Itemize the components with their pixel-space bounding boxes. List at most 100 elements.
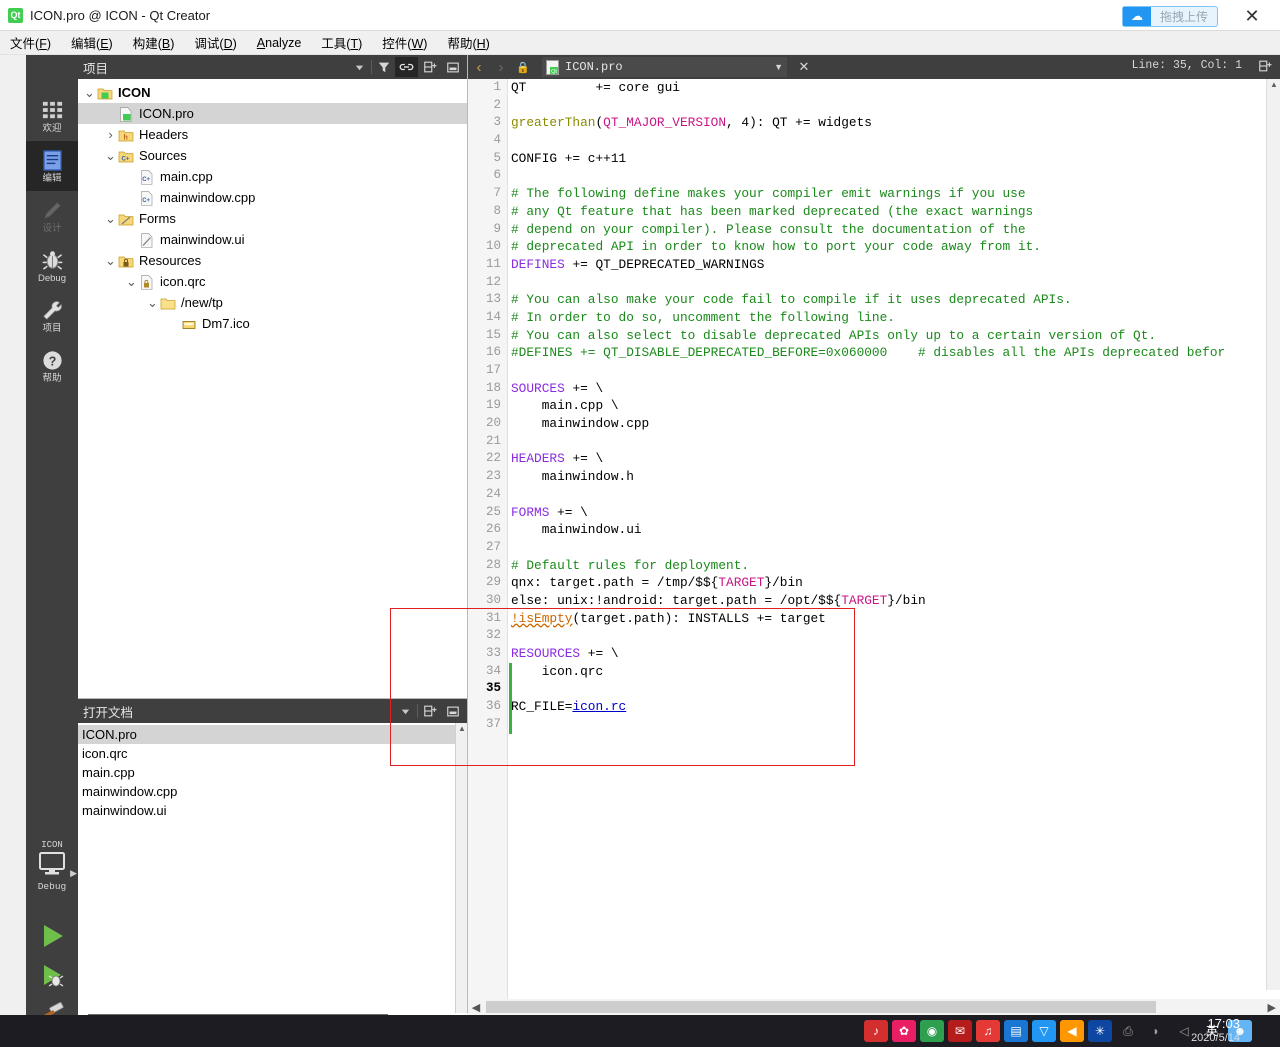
menu-analyze[interactable]: Analyze bbox=[247, 33, 311, 53]
code-line[interactable]: !isEmpty(target.path): INSTALLS += targe… bbox=[509, 610, 1280, 628]
mode-design[interactable]: 设计 bbox=[26, 191, 78, 241]
chevron-down-icon[interactable]: ⌄ bbox=[103, 149, 118, 162]
photo-app-icon[interactable]: ✿ bbox=[892, 1020, 916, 1042]
menu-build[interactable]: 构建(B) bbox=[123, 30, 185, 55]
tree-item--new-tp[interactable]: ⌄ /new/tp bbox=[78, 292, 467, 313]
code-line[interactable] bbox=[509, 433, 1280, 451]
chevron-down-icon[interactable]: ⌄ bbox=[145, 296, 160, 309]
browser-icon[interactable]: ◉ bbox=[920, 1020, 944, 1042]
chevron-down-icon[interactable]: ⌄ bbox=[103, 212, 118, 225]
tree-item-mainwindow-cpp[interactable]: C+ mainwindow.cpp bbox=[78, 187, 467, 208]
chevron-down-icon[interactable]: ⌄ bbox=[82, 86, 97, 99]
scroll-up-icon[interactable]: ▲ bbox=[1267, 79, 1280, 91]
chevron-down-icon[interactable]: ⌄ bbox=[124, 275, 139, 288]
docs-close-button[interactable] bbox=[441, 701, 464, 721]
mode-edit[interactable]: 编辑 bbox=[26, 141, 78, 191]
projects-sync-button[interactable] bbox=[395, 57, 418, 77]
music-app-icon[interactable]: ♪ bbox=[864, 1020, 888, 1042]
code-line[interactable]: # Default rules for deployment. bbox=[509, 557, 1280, 575]
code-line[interactable] bbox=[509, 97, 1280, 115]
projects-dropdown-button[interactable] bbox=[348, 57, 371, 77]
projects-close-button[interactable] bbox=[441, 57, 464, 77]
document-item[interactable]: ICON.pro bbox=[78, 725, 467, 744]
tree-item-forms[interactable]: ⌄ Forms bbox=[78, 208, 467, 229]
tree-item-main-cpp[interactable]: C+ main.cpp bbox=[78, 166, 467, 187]
code-line[interactable]: HEADERS += \ bbox=[509, 450, 1280, 468]
code-line[interactable] bbox=[509, 680, 1280, 698]
tree-item-icon-qrc[interactable]: ⌄ icon.qrc bbox=[78, 271, 467, 292]
menu-tools[interactable]: 工具(T) bbox=[311, 30, 372, 55]
usb-eject-icon[interactable]: ⎙ bbox=[1116, 1020, 1140, 1042]
projects-split-button[interactable] bbox=[418, 57, 441, 77]
code-line[interactable]: # The following define makes your compil… bbox=[509, 185, 1280, 203]
code-line[interactable]: DEFINES += QT_DEPRECATED_WARNINGS bbox=[509, 256, 1280, 274]
chevron-down-icon[interactable]: ▼ bbox=[774, 62, 783, 72]
document-item[interactable]: main.cpp bbox=[78, 763, 467, 782]
editor-close-icon[interactable]: ✕ bbox=[793, 59, 815, 75]
code-line[interactable]: RC_FILE=icon.rc bbox=[509, 698, 1280, 716]
wifi-icon[interactable]: ◗ bbox=[1144, 1020, 1168, 1042]
debug-button[interactable] bbox=[26, 955, 78, 997]
code-line[interactable]: #DEFINES += QT_DISABLE_DEPRECATED_BEFORE… bbox=[509, 344, 1280, 362]
chevron-down-icon[interactable]: ⌄ bbox=[103, 254, 118, 267]
mode-debug[interactable]: Debug bbox=[26, 241, 78, 291]
code-line[interactable]: mainwindow.cpp bbox=[509, 415, 1280, 433]
scroll-up-icon[interactable]: ▲ bbox=[456, 723, 468, 735]
tree-item-icon[interactable]: ⌄ ICON bbox=[78, 82, 467, 103]
mode-help[interactable]: ? 帮助 bbox=[26, 341, 78, 391]
editor-file-selector[interactable]: Qt ICON.pro ▼ bbox=[542, 57, 787, 77]
document-item[interactable]: mainwindow.cpp bbox=[78, 782, 467, 801]
close-icon[interactable]: ✕ bbox=[1238, 4, 1266, 28]
menu-widgets[interactable]: 控件(W) bbox=[372, 30, 437, 55]
menu-file[interactable]: 文件(F) bbox=[0, 30, 61, 55]
code-line[interactable]: greaterThan(QT_MAJOR_VERSION, 4): QT += … bbox=[509, 114, 1280, 132]
code-line[interactable]: mainwindow.ui bbox=[509, 521, 1280, 539]
taskbar-clock[interactable]: 17:03 2020/5/14 bbox=[1191, 1016, 1240, 1046]
code-text-area[interactable]: QT += core gui greaterThan(QT_MAJOR_VERS… bbox=[509, 79, 1280, 1004]
tree-item-resources[interactable]: ⌄ Resources bbox=[78, 250, 467, 271]
code-line[interactable] bbox=[509, 539, 1280, 557]
kit-selector[interactable]: ICON ▶ Debug bbox=[26, 838, 78, 908]
chevron-right-icon[interactable]: › bbox=[103, 127, 118, 142]
docs-dropdown-button[interactable] bbox=[394, 701, 417, 721]
scroll-right-icon[interactable]: ▶ bbox=[1268, 1001, 1276, 1014]
drag-upload-button[interactable]: ☁ 拖拽上传 bbox=[1121, 6, 1218, 27]
code-line[interactable]: # any Qt feature that has been marked de… bbox=[509, 203, 1280, 221]
code-line[interactable] bbox=[509, 362, 1280, 380]
code-line[interactable] bbox=[509, 167, 1280, 185]
open-documents-scrollbar[interactable]: ▲ bbox=[455, 723, 467, 1015]
code-line[interactable] bbox=[509, 486, 1280, 504]
menu-edit[interactable]: 编辑(E) bbox=[61, 30, 123, 55]
code-line[interactable]: QT += core gui bbox=[509, 79, 1280, 97]
hscroll-thumb[interactable] bbox=[486, 1001, 1156, 1013]
code-line[interactable]: icon.qrc bbox=[509, 663, 1280, 681]
chevron-right-icon[interactable]: › bbox=[490, 59, 512, 76]
code-line[interactable] bbox=[509, 627, 1280, 645]
menu-debug[interactable]: 调试(D) bbox=[184, 30, 246, 55]
code-line[interactable] bbox=[509, 716, 1280, 734]
code-line[interactable]: # deprecated API in order to know how to… bbox=[509, 238, 1280, 256]
code-line[interactable]: CONFIG += c++11 bbox=[509, 150, 1280, 168]
chat-app-icon[interactable]: ✉ bbox=[948, 1020, 972, 1042]
code-line[interactable]: # depend on your compiler). Please consu… bbox=[509, 221, 1280, 239]
code-line[interactable] bbox=[509, 132, 1280, 150]
mode-welcome[interactable]: 欢迎 bbox=[26, 91, 78, 141]
tree-item-mainwindow-ui[interactable]: mainwindow.ui bbox=[78, 229, 467, 250]
volume-tray-icon[interactable]: ◀ bbox=[1060, 1020, 1084, 1042]
code-line[interactable] bbox=[509, 274, 1280, 292]
code-line[interactable]: RESOURCES += \ bbox=[509, 645, 1280, 663]
tree-item-sources[interactable]: ⌄ C+ Sources bbox=[78, 145, 467, 166]
run-button[interactable] bbox=[26, 915, 78, 957]
docs-split-button[interactable] bbox=[418, 701, 441, 721]
code-line[interactable]: else: unix:!android: target.path = /opt/… bbox=[509, 592, 1280, 610]
code-line[interactable]: # You can also select to disable depreca… bbox=[509, 327, 1280, 345]
tree-item-headers[interactable]: › h Headers bbox=[78, 124, 467, 145]
code-line[interactable]: main.cpp \ bbox=[509, 397, 1280, 415]
code-line[interactable]: qnx: target.path = /tmp/$${TARGET}/bin bbox=[509, 574, 1280, 592]
code-line[interactable]: mainwindow.h bbox=[509, 468, 1280, 486]
tree-item-icon-pro[interactable]: ICON.pro bbox=[78, 103, 467, 124]
code-line[interactable]: # You can also make your code fail to co… bbox=[509, 291, 1280, 309]
qq-music-icon[interactable]: ♫ bbox=[976, 1020, 1000, 1042]
mode-projects[interactable]: 项目 bbox=[26, 291, 78, 341]
shield-icon[interactable]: ▽ bbox=[1032, 1020, 1056, 1042]
